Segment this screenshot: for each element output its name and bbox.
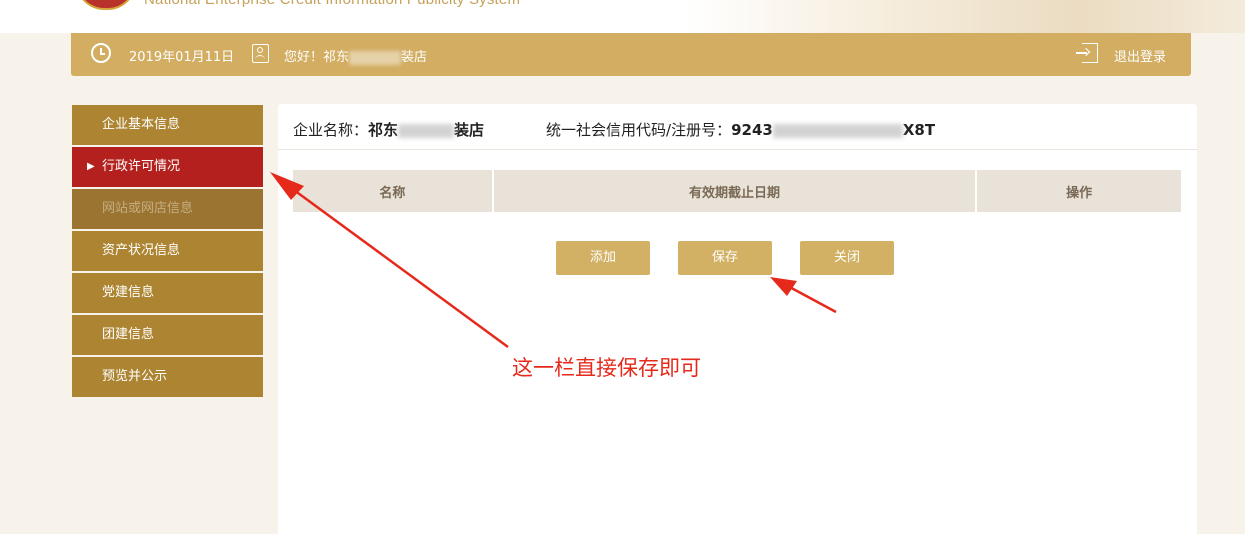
sidebar-item-label: 党建信息 — [102, 285, 155, 300]
main-panel: 企业名称：祁东 装店 统一社会信用代码/注册号：9243 X8T 名称 有效期截止日期… — [278, 104, 1197, 534]
divider — [278, 149, 1197, 150]
credit-code-end: X8T — [902, 121, 936, 139]
company-info: 企业名称：祁东 装店 统一社会信用代码/注册号：9243 X8T — [293, 119, 935, 140]
clock-icon — [91, 43, 111, 63]
column-header-expiry-date: 有效期截止日期 — [493, 170, 978, 212]
logout-link[interactable]: 退出登录 — [1114, 46, 1166, 65]
column-header-name: 名称 — [293, 170, 494, 212]
sidebar-item-label: 团建信息 — [102, 327, 155, 342]
redacted-company-name — [398, 123, 455, 138]
logout-icon[interactable] — [1076, 43, 1098, 63]
sidebar-item-label: 预览并公示 — [102, 369, 168, 384]
license-table: 名称 有效期截止日期 操作 — [293, 170, 1181, 212]
save-button[interactable]: 保存 — [678, 241, 772, 275]
greeting-suffix: 装店 — [401, 50, 428, 65]
close-button[interactable]: 关闭 — [800, 241, 894, 275]
national-emblem-logo — [76, 0, 136, 10]
sidebar-item-preview-publish[interactable]: 预览并公示 — [72, 357, 263, 397]
sidebar-item-label: 资产状况信息 — [102, 243, 181, 258]
sidebar-item-party-building[interactable]: 党建信息 — [72, 273, 263, 313]
sidebar-item-league-building[interactable]: 团建信息 — [72, 315, 263, 355]
table-header-row: 名称 有效期截止日期 操作 — [293, 170, 1181, 212]
sidebar-item-website-info: 网站或网店信息 — [72, 189, 263, 229]
credit-code-start: 9243 — [731, 121, 773, 139]
sidebar-item-basic-info[interactable]: 企业基本信息 — [72, 105, 263, 145]
site-banner: National Enterprise Credit Information P… — [0, 0, 1245, 33]
user-icon — [252, 44, 269, 63]
active-arrow-icon: ▶ — [87, 161, 95, 172]
redacted-credit-code — [772, 123, 903, 138]
sidebar-item-label: 行政许可情况 — [102, 159, 181, 174]
sidebar-nav: 企业基本信息 ▶ 行政许可情况 网站或网店信息 资产状况信息 党建信息 团建信息 … — [72, 105, 263, 399]
greeting: 您好！祁东 装店 — [284, 46, 427, 65]
annotation-text: 这一栏直接保存即可 — [512, 356, 701, 380]
greeting-prefix: 您好！祁东 — [284, 50, 350, 65]
sidebar-item-asset-status[interactable]: 资产状况信息 — [72, 231, 263, 271]
column-header-actions: 操作 — [977, 170, 1181, 212]
banner-decoration — [685, 0, 1245, 33]
sidebar-item-label: 企业基本信息 — [102, 117, 181, 132]
company-name-end: 装店 — [454, 121, 485, 139]
company-name-label: 企业名称： — [293, 121, 369, 139]
add-button[interactable]: 添加 — [556, 241, 650, 275]
redacted-name — [349, 50, 402, 65]
banner-subtitle: National Enterprise Credit Information P… — [144, 0, 520, 8]
current-date: 2019年01月11日 — [129, 50, 235, 65]
credit-code-label: 统一社会信用代码/注册号： — [546, 121, 732, 139]
sidebar-item-label: 网站或网店信息 — [102, 201, 194, 216]
top-bar: 2019年01月11日 您好！祁东 装店 退出登录 — [71, 33, 1191, 76]
company-name-start: 祁东 — [368, 121, 399, 139]
sidebar-item-admin-license[interactable]: ▶ 行政许可情况 — [72, 147, 263, 187]
